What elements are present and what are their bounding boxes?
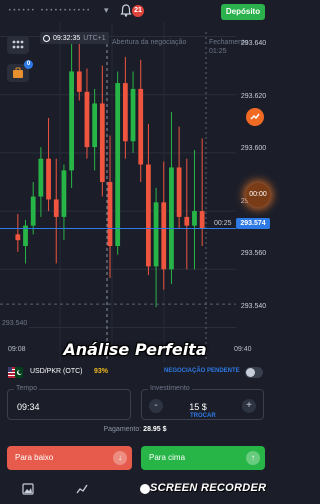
candle-up [92, 103, 98, 148]
more-options-button[interactable] [7, 36, 29, 54]
record-icon [140, 484, 150, 494]
video-caption: Análise Perfeita [63, 340, 207, 359]
expiry-countdown-circle: 00:00 [246, 183, 270, 207]
investment-field-value[interactable]: 15 $ [178, 402, 218, 412]
candle-down [15, 234, 21, 241]
price-label: 293.640 [240, 40, 267, 47]
arrow-down-icon: ↓ [113, 451, 127, 465]
down-button-label: Para baixo [15, 453, 54, 462]
candle-down [146, 164, 151, 267]
grid-dots-icon [12, 40, 24, 49]
price-label: 293.620 [240, 93, 267, 100]
candle-up [153, 202, 159, 267]
increase-investment-button[interactable]: + [242, 399, 256, 413]
trades-count-badge: 0 [24, 60, 33, 69]
payout-summary: Pagamento: 28.95 $ [0, 426, 270, 433]
candle-up [169, 167, 174, 270]
candle-down [84, 91, 90, 148]
price-label: 293.600 [240, 145, 267, 152]
expiry-countdown-label: 01:25 [209, 48, 227, 55]
payout-value: 28.95 $ [143, 426, 167, 433]
pending-trade-label[interactable]: NEGOCIAÇÃO PENDENTE [164, 368, 240, 374]
decrease-investment-button[interactable]: - [149, 399, 163, 413]
candle-up [130, 88, 136, 142]
candle-down [76, 71, 82, 92]
candle-down [99, 103, 105, 182]
bell-icon[interactable] [120, 4, 132, 17]
investment-field-label: Investimento [148, 385, 192, 392]
expiry-countdown-tag: 00:25 [214, 220, 232, 227]
asset-selector[interactable]: USD/PKR (OTC) 93% NEGOCIAÇÃO PENDENTE [0, 364, 270, 382]
candle-up [38, 158, 44, 197]
screen-recorder-watermark: SCREEN RECORDER [150, 482, 267, 494]
toggle-knob [246, 368, 255, 377]
image-icon[interactable] [22, 483, 34, 495]
candle-down [107, 182, 113, 246]
low-price-tag: 293.540 [0, 320, 30, 330]
account-id-masked: •••••• ••••••••••• [8, 7, 92, 14]
price-chart[interactable] [0, 22, 270, 362]
payout-label: Pagamento: [103, 426, 142, 433]
candle-down [122, 83, 128, 142]
candle-down [161, 202, 167, 270]
server-time: 09:32:35 UTC+1 [40, 32, 109, 44]
candlestick-chart[interactable] [0, 22, 270, 362]
swap-currency-button[interactable]: TROCAR [190, 413, 216, 419]
deposit-button[interactable]: Depósito [221, 4, 265, 20]
price-label: 293.560 [240, 250, 267, 257]
pending-trade-toggle[interactable] [245, 367, 263, 378]
usd-pkr-flag-icon [8, 367, 23, 378]
portfolio-button[interactable]: 0 [7, 60, 33, 82]
asset-pair-name[interactable]: USD/PKR (OTC) [30, 368, 83, 375]
candle-up [30, 196, 36, 226]
time-field[interactable]: Tempo 09:34 [7, 385, 131, 420]
candle-down [184, 216, 190, 226]
time-field-label: Tempo [14, 385, 40, 392]
up-button-label: Para cima [149, 453, 186, 462]
time-field-value[interactable]: 09:34 [17, 402, 40, 412]
candle-down [199, 211, 205, 229]
candle-down [53, 199, 59, 217]
candle-up [69, 71, 74, 171]
top-bar: •••••• ••••••••••• ▾ 21 Depósito [0, 0, 270, 22]
current-price-tag: 293.574 [236, 218, 270, 229]
arrow-up-icon: ↑ [246, 451, 260, 465]
signal-icon [250, 113, 260, 120]
notification-count-badge[interactable]: 21 [132, 5, 144, 17]
live-stream-button[interactable] [246, 108, 264, 126]
purchase-line-label: Abertura da negociação [112, 39, 187, 46]
sell-down-button[interactable]: Para baixo ↓ [7, 446, 132, 470]
chevron-down-icon[interactable]: ▾ [104, 5, 109, 16]
price-label: 293.540 [240, 303, 267, 310]
candle-up [192, 211, 197, 226]
candle-up [115, 83, 121, 246]
candle-down [138, 88, 144, 165]
timezone-label: UTC+1 [83, 34, 106, 42]
stopwatch-icon [43, 34, 50, 42]
server-time-value: 09:32:35 [53, 34, 81, 42]
candle-down [176, 167, 182, 217]
payout-percent: 93% [94, 368, 109, 375]
buy-up-button[interactable]: Para cima ↑ [141, 446, 265, 470]
candle-down [46, 158, 51, 200]
candle-up [61, 170, 67, 217]
bottom-navigation: SCREEN RECORDER [0, 476, 270, 504]
chart-icon[interactable] [76, 483, 88, 495]
